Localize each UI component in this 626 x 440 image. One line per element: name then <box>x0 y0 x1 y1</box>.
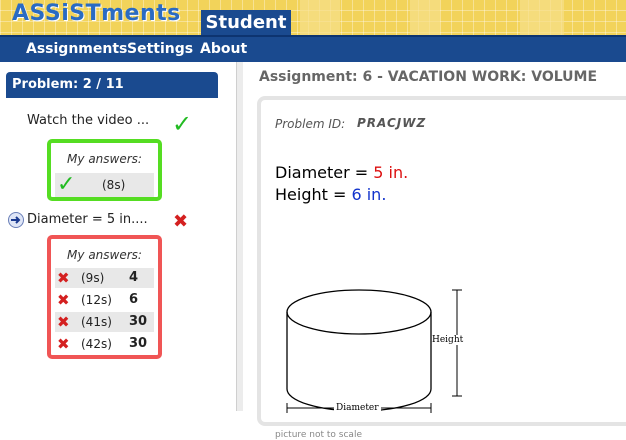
panel-divider[interactable] <box>236 62 243 411</box>
problem-id-label: Problem ID: <box>275 117 346 131</box>
answers-label: My answers: <box>67 248 142 262</box>
assignment-title: Assignment: 6 - VACATION WORK: VOLUME <box>259 69 598 85</box>
problem-list-panel: Problem: 2 / 11 Watch the video ... ✓ My… <box>0 62 236 411</box>
answer-time: (12s) <box>81 293 112 307</box>
answers-box-incorrect: My answers: ✖ (9s) 4 ✖ (12s) 6 ✖ (41s) 3… <box>47 235 162 359</box>
problem-item-diameter-title[interactable]: Diameter = 5 in.... <box>27 212 148 227</box>
assistments-logo[interactable]: ASSiSTments <box>12 1 181 26</box>
answer-row: ✖ (12s) 6 <box>55 290 154 310</box>
figure-caption: picture not to scale <box>275 430 362 440</box>
answer-time: (41s) <box>81 315 112 329</box>
diameter-label: Diameter = <box>275 163 374 182</box>
height-label: Height = <box>275 185 352 204</box>
main-navbar: Assignments Settings About <box>0 35 626 62</box>
answers-label: My answers: <box>67 152 142 166</box>
problem-content-panel: Assignment: 6 - VACATION WORK: VOLUME Pr… <box>243 62 626 440</box>
answer-row: ✖ (9s) 4 <box>55 268 154 288</box>
answers-box-correct: My answers: ✓ (8s) <box>47 139 162 201</box>
answer-row: ✓ (8s) <box>55 173 154 197</box>
answer-row: ✖ (42s) 30 <box>55 334 154 354</box>
nav-assignments[interactable]: Assignments <box>26 41 127 57</box>
answer-row: ✖ (41s) 30 <box>55 312 154 332</box>
header-pattern <box>410 0 440 35</box>
height-value: 6 in. <box>351 185 387 204</box>
x-icon: ✖ <box>57 269 70 287</box>
figure-height-label: Height <box>432 335 464 345</box>
problem-id-value: PRACJWZ <box>357 116 427 130</box>
answer-value: 30 <box>129 314 148 329</box>
answer-time: (8s) <box>102 178 126 192</box>
figure-diameter-label: Diameter <box>334 403 381 413</box>
answer-time: (42s) <box>81 337 112 351</box>
height-statement: Height = 6 in. <box>275 185 386 204</box>
check-icon: ✓ <box>57 172 76 197</box>
cylinder-figure <box>286 289 462 413</box>
problem-counter-header: Problem: 2 / 11 <box>6 72 218 98</box>
current-problem-arrow-icon <box>8 212 24 228</box>
problem-card: Problem ID: PRACJWZ Diameter = 5 in. Hei… <box>257 96 626 440</box>
diameter-statement: Diameter = 5 in. <box>275 163 408 182</box>
nav-about[interactable]: About <box>200 41 247 57</box>
student-role-tab: Student <box>201 10 291 35</box>
app-header: ASSiSTments Student <box>0 0 626 35</box>
answer-value: 4 <box>129 270 139 285</box>
header-pattern <box>300 0 340 35</box>
answer-time: (9s) <box>81 271 105 285</box>
x-icon: ✖ <box>57 313 70 331</box>
x-icon: ✖ <box>57 291 70 309</box>
x-icon: ✖ <box>173 211 189 232</box>
check-icon: ✓ <box>172 110 193 138</box>
header-pattern <box>520 0 564 35</box>
answer-value: 6 <box>129 292 139 307</box>
diameter-value: 5 in. <box>373 163 409 182</box>
problem-item-video-title[interactable]: Watch the video ... <box>27 113 149 128</box>
x-icon: ✖ <box>57 335 70 353</box>
nav-settings[interactable]: Settings <box>127 41 193 57</box>
answer-value: 30 <box>129 336 148 351</box>
